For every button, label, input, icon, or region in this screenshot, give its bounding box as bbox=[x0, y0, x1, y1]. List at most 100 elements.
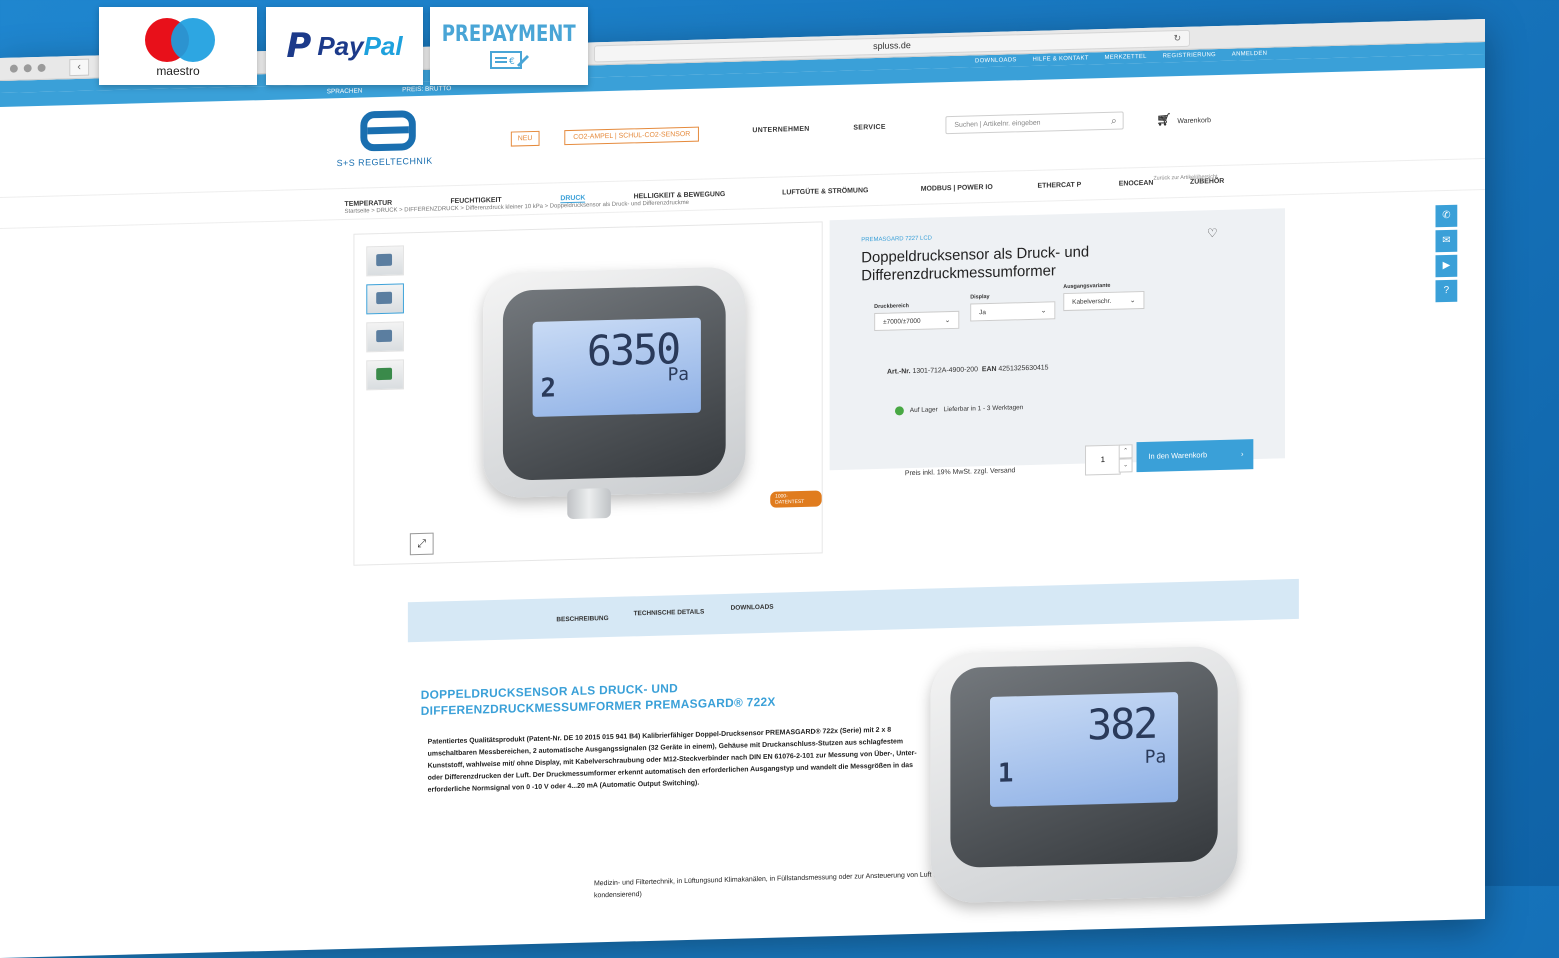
output-value: Kabelverschr. bbox=[1072, 297, 1112, 306]
product-image-2: 382 Pa 1 bbox=[921, 625, 1258, 914]
thumbnail[interactable] bbox=[366, 245, 404, 277]
new-badge[interactable]: NEU bbox=[510, 130, 540, 147]
cat-luftguete[interactable]: LUFTGÜTE & STRÖMUNG bbox=[782, 187, 868, 196]
description-title: DOPPELDRUCKSENSOR ALS DRUCK- UND DIFFERE… bbox=[420, 681, 776, 718]
tab-description[interactable]: BESCHREIBUNG bbox=[556, 615, 608, 623]
search-icon[interactable]: ⌕ bbox=[1111, 113, 1117, 131]
svg-text:€: € bbox=[509, 57, 515, 67]
zoom-icon[interactable]: ⤢ bbox=[409, 532, 434, 556]
lcd-display: 6350 Pa 2 bbox=[532, 317, 701, 418]
side-contact-buttons: ✆ ✉ ▶ ? bbox=[1435, 204, 1458, 303]
topbar-help[interactable]: HILFE & KONTAKT bbox=[1033, 55, 1089, 62]
window-controls[interactable] bbox=[9, 63, 46, 73]
add-to-cart-button[interactable]: In den Warenkorb › bbox=[1136, 439, 1254, 473]
cat-ethercat[interactable]: ETHERCAT P bbox=[1038, 182, 1082, 190]
video-icon[interactable]: ▶ bbox=[1435, 254, 1458, 278]
topbar-register[interactable]: REGISTRIERUNG bbox=[1163, 52, 1216, 59]
price-mode[interactable]: PREIS: BRUTTO bbox=[402, 85, 451, 93]
paypal-logo-icon: P bbox=[286, 26, 312, 66]
product-series: PREMASGARD 7227 LCD bbox=[861, 235, 932, 244]
maestro-logo-icon bbox=[141, 18, 215, 62]
display-select[interactable]: Ja ⌄ bbox=[970, 301, 1056, 322]
heart-icon[interactable]: ♡ bbox=[1207, 226, 1218, 240]
chevron-right-icon: › bbox=[1240, 449, 1244, 459]
description-text: Patentiertes Qualitätsprodukt (Patent-Nr… bbox=[427, 726, 917, 794]
stock-status: Auf Lager Lieferbar in 1 - 3 Werktagen bbox=[894, 403, 1024, 416]
quantity-input[interactable]: 1 bbox=[1085, 444, 1121, 476]
phone-icon[interactable]: ✆ bbox=[1435, 204, 1458, 228]
quality-badge: 1000-DATENTEST bbox=[770, 490, 822, 508]
cable-gland bbox=[567, 487, 611, 520]
cat-modbus[interactable]: MODBUS | POWER IO bbox=[921, 184, 993, 193]
article-number: 1301-712A-4900-200 bbox=[912, 366, 978, 376]
lcd-value: 6350 bbox=[586, 324, 680, 376]
paypal-badge: P PayPal bbox=[266, 7, 423, 85]
topbar-downloads[interactable]: DOWNLOADS bbox=[975, 57, 1017, 64]
search-placeholder: Suchen | Artikelnr. eingeben bbox=[954, 119, 1041, 129]
article-info: Art.-Nr. 1301-712A-4900-200 EAN 42513256… bbox=[887, 364, 1049, 376]
range-select-block: Druckbereich ±7000/±7000 ⌄ bbox=[874, 302, 960, 332]
display-label: Display bbox=[970, 294, 990, 301]
logo-text: S+S REGELTECHNIK bbox=[336, 155, 433, 169]
nav-service[interactable]: SERVICE bbox=[853, 124, 885, 132]
lcd-channel-2: 1 bbox=[997, 758, 1014, 789]
chevron-down-icon: ⌄ bbox=[1129, 297, 1136, 305]
co2-link[interactable]: CO2-AMPEL | SCHUL-CO2-SENSOR bbox=[564, 126, 700, 146]
range-label: Druckbereich bbox=[874, 303, 909, 311]
add-to-cart-label: In den Warenkorb bbox=[1148, 450, 1208, 461]
language-selector[interactable]: SPRACHEN bbox=[327, 87, 363, 95]
product-title: Doppeldrucksensor als Druck- und Differe… bbox=[861, 243, 1090, 285]
product-info: PREMASGARD 7227 LCD Doppeldrucksensor al… bbox=[829, 208, 1286, 477]
browser-window: ‹ spluss.de ↻ DOWNLOADS HILFE & KONTAKT … bbox=[0, 19, 1485, 958]
chevron-down-icon: ⌄ bbox=[944, 317, 951, 325]
cat-helligkeit[interactable]: HELLIGKEIT & BEWEGUNG bbox=[634, 191, 726, 200]
cat-enocean[interactable]: ENOCEAN bbox=[1119, 180, 1154, 188]
lcd-display-2: 382 Pa 1 bbox=[990, 692, 1179, 807]
reload-icon[interactable]: ↻ bbox=[1174, 31, 1181, 46]
cart-button[interactable]: 🛒︎ Warenkorb bbox=[1156, 111, 1211, 126]
stock-text: Lieferbar in 1 - 3 Werktagen bbox=[943, 404, 1024, 414]
chevron-down-icon: ⌄ bbox=[1040, 307, 1047, 315]
chevron-up-icon[interactable]: ⌃ bbox=[1118, 444, 1133, 459]
site-logo[interactable]: S+S REGELTECHNIK bbox=[337, 109, 456, 168]
output-label: Ausgangsvariante bbox=[1063, 282, 1111, 291]
gallery-thumbnails bbox=[366, 245, 404, 391]
cat-feuchtigkeit[interactable]: FEUCHTIGKEIT bbox=[450, 197, 501, 205]
quantity-stepper[interactable]: ⌃ ⌄ bbox=[1118, 444, 1133, 473]
url-text: spluss.de bbox=[873, 40, 911, 52]
thumbnail[interactable] bbox=[366, 283, 404, 315]
price-note: Preis inkl. 19% MwSt. zzgl. Versand bbox=[904, 467, 1016, 478]
lcd-value-2: 382 bbox=[1087, 698, 1157, 750]
search-input[interactable]: Suchen | Artikelnr. eingeben ⌕ bbox=[945, 111, 1124, 135]
lcd-unit-2: Pa bbox=[1144, 746, 1167, 768]
topbar-login[interactable]: ANMELDEN bbox=[1232, 51, 1267, 58]
back-icon[interactable]: ‹ bbox=[69, 58, 90, 77]
lcd-channel: 2 bbox=[540, 373, 557, 404]
product-gallery: ⤢ 6350 Pa 2 1000-DATENTEST bbox=[353, 221, 823, 566]
tab-downloads[interactable]: DOWNLOADS bbox=[731, 604, 774, 612]
thumbnail[interactable] bbox=[366, 359, 404, 391]
chevron-down-icon[interactable]: ⌄ bbox=[1118, 458, 1133, 473]
output-select[interactable]: Kabelverschr. ⌄ bbox=[1063, 290, 1145, 312]
tab-technical-details[interactable]: TECHNISCHE DETAILS bbox=[634, 609, 705, 618]
prepayment-badge: PREPAYMENT € bbox=[430, 7, 588, 85]
thumbnail[interactable] bbox=[366, 321, 404, 353]
product-image[interactable]: 6350 Pa 2 bbox=[448, 244, 775, 543]
maestro-badge: maestro bbox=[99, 7, 257, 85]
display-value: Ja bbox=[979, 309, 986, 317]
cart-icon: 🛒︎ bbox=[1156, 112, 1172, 127]
topbar-wishlist[interactable]: MERKZETTEL bbox=[1105, 54, 1147, 61]
mail-icon[interactable]: ✉ bbox=[1435, 229, 1458, 253]
prepayment-label: PREPAYMENT bbox=[442, 21, 576, 47]
help-icon[interactable]: ? bbox=[1435, 279, 1458, 303]
range-select[interactable]: ±7000/±7000 ⌄ bbox=[874, 310, 960, 332]
maestro-label: maestro bbox=[156, 64, 200, 78]
range-value: ±7000/±7000 bbox=[883, 317, 921, 326]
ean-number: 4251325630415 bbox=[998, 364, 1049, 373]
stock-label: Auf Lager bbox=[909, 406, 938, 415]
nav-company[interactable]: UNTERNEHMEN bbox=[752, 126, 809, 135]
display-select-block: Display Ja ⌄ bbox=[970, 292, 1056, 322]
cart-label: Warenkorb bbox=[1177, 117, 1211, 126]
output-select-block: Ausgangsvariante Kabelverschr. ⌄ bbox=[1063, 282, 1145, 312]
cat-temperatur[interactable]: TEMPERATUR bbox=[345, 200, 393, 208]
